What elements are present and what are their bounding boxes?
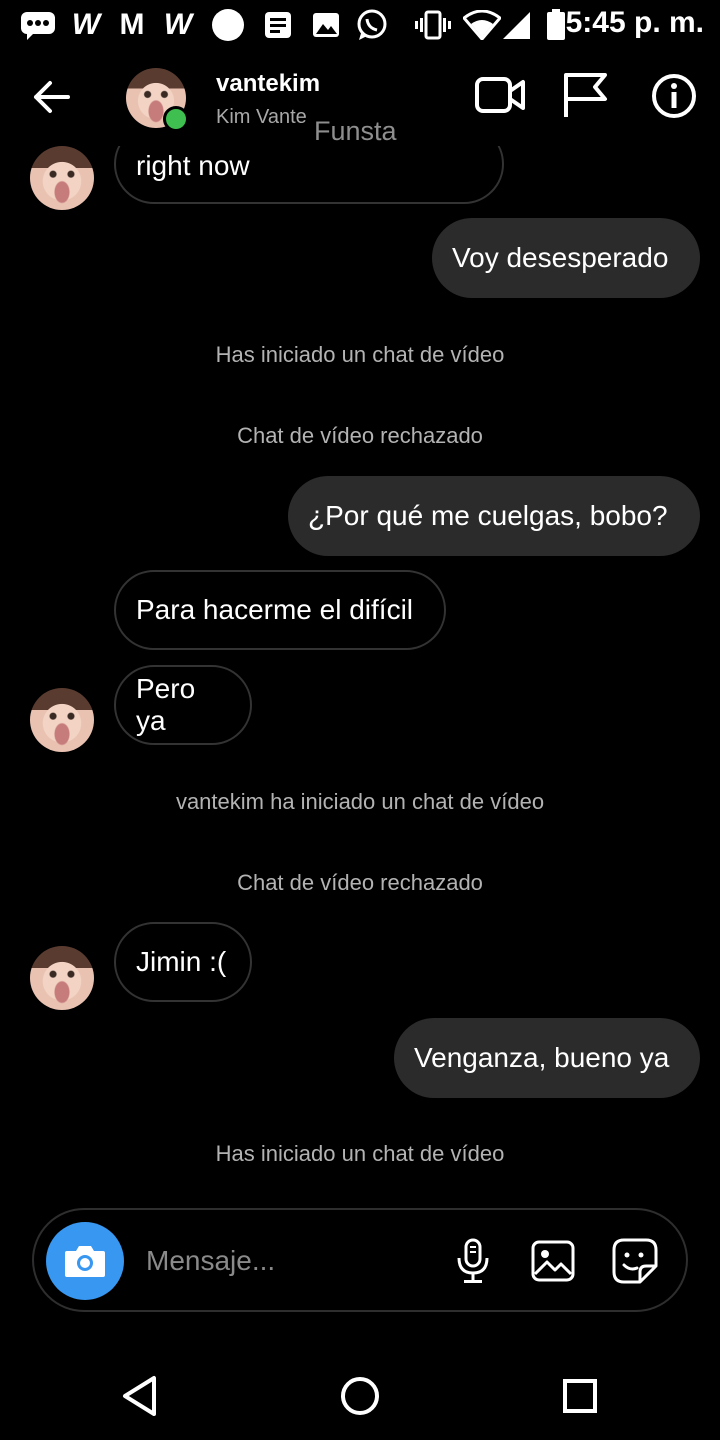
- funsta-watermark: Funsta: [314, 116, 397, 146]
- vibrate-icon: [414, 8, 452, 42]
- microphone-icon[interactable]: [448, 1236, 498, 1286]
- gallery-icon: [310, 8, 342, 42]
- message-bubble-incoming[interactable]: Jimin :(: [114, 922, 252, 1002]
- flag-icon[interactable]: [560, 70, 610, 120]
- system-nav-bar: [0, 1340, 720, 1440]
- message-icon: [18, 8, 58, 42]
- chat-username[interactable]: vantekim: [216, 70, 320, 98]
- whatsapp-icon: [354, 8, 390, 42]
- sender-avatar[interactable]: [30, 146, 94, 210]
- message-text: ¿Por qué me cuelgas, bobo?: [308, 500, 668, 531]
- message-bubble-incoming[interactable]: Pero ya: [114, 665, 252, 745]
- home-circle-icon[interactable]: [330, 1366, 390, 1426]
- status-bar: W M W 5:45 p. m.: [0, 0, 720, 50]
- back-arrow-icon[interactable]: [28, 72, 74, 122]
- message-bubble-outgoing[interactable]: Voy desesperado: [432, 218, 700, 298]
- notes-icon: [262, 8, 294, 42]
- system-message: vantekim ha iniciado un chat de vídeo: [175, 789, 545, 814]
- status-time: 5:45 p. m.: [565, 6, 704, 39]
- sender-avatar[interactable]: [30, 946, 94, 1010]
- system-message: Has iniciado un chat de vídeo: [215, 342, 505, 367]
- message-bubble-incoming[interactable]: Para hacerme el difícil: [114, 570, 446, 650]
- sticker-icon[interactable]: [610, 1236, 660, 1286]
- chat-full-name: Kim Vante: [216, 106, 307, 128]
- battery-icon: [544, 8, 568, 42]
- circle-icon: [210, 8, 246, 42]
- camera-button[interactable]: [46, 1222, 124, 1300]
- video-call-icon[interactable]: [474, 72, 526, 118]
- signal-icon: [500, 8, 532, 42]
- wattpad-icon: W: [71, 8, 101, 41]
- wattpad-icon: W: [163, 8, 193, 41]
- wifi-icon: [462, 8, 502, 42]
- online-status-dot: [163, 106, 189, 132]
- gallery-icon[interactable]: [528, 1236, 578, 1286]
- message-text: right now: [136, 150, 250, 181]
- message-composer: [32, 1208, 688, 1312]
- system-message: Chat de vídeo rechazado: [237, 423, 483, 448]
- message-text: Voy desesperado: [452, 242, 669, 273]
- message-text: Venganza, bueno ya: [414, 1042, 670, 1073]
- sender-avatar[interactable]: [30, 688, 94, 752]
- info-icon[interactable]: [650, 72, 698, 120]
- message-bubble-outgoing[interactable]: Venganza, bueno ya: [394, 1018, 700, 1098]
- camera-icon: [63, 1243, 107, 1279]
- message-input[interactable]: [144, 1238, 428, 1284]
- message-text: Pero ya: [136, 673, 196, 736]
- message-text: Jimin :(: [136, 946, 227, 977]
- recents-square-icon[interactable]: [550, 1366, 610, 1426]
- message-bubble-outgoing[interactable]: ¿Por qué me cuelgas, bobo?: [288, 476, 700, 556]
- back-triangle-icon[interactable]: [110, 1366, 170, 1426]
- gmail-icon: M: [119, 8, 145, 41]
- message-text: Para hacerme el difícil: [136, 594, 414, 625]
- system-message: Has iniciado un chat de vídeo: [215, 1141, 505, 1166]
- system-message: Chat de vídeo rechazado: [237, 870, 483, 895]
